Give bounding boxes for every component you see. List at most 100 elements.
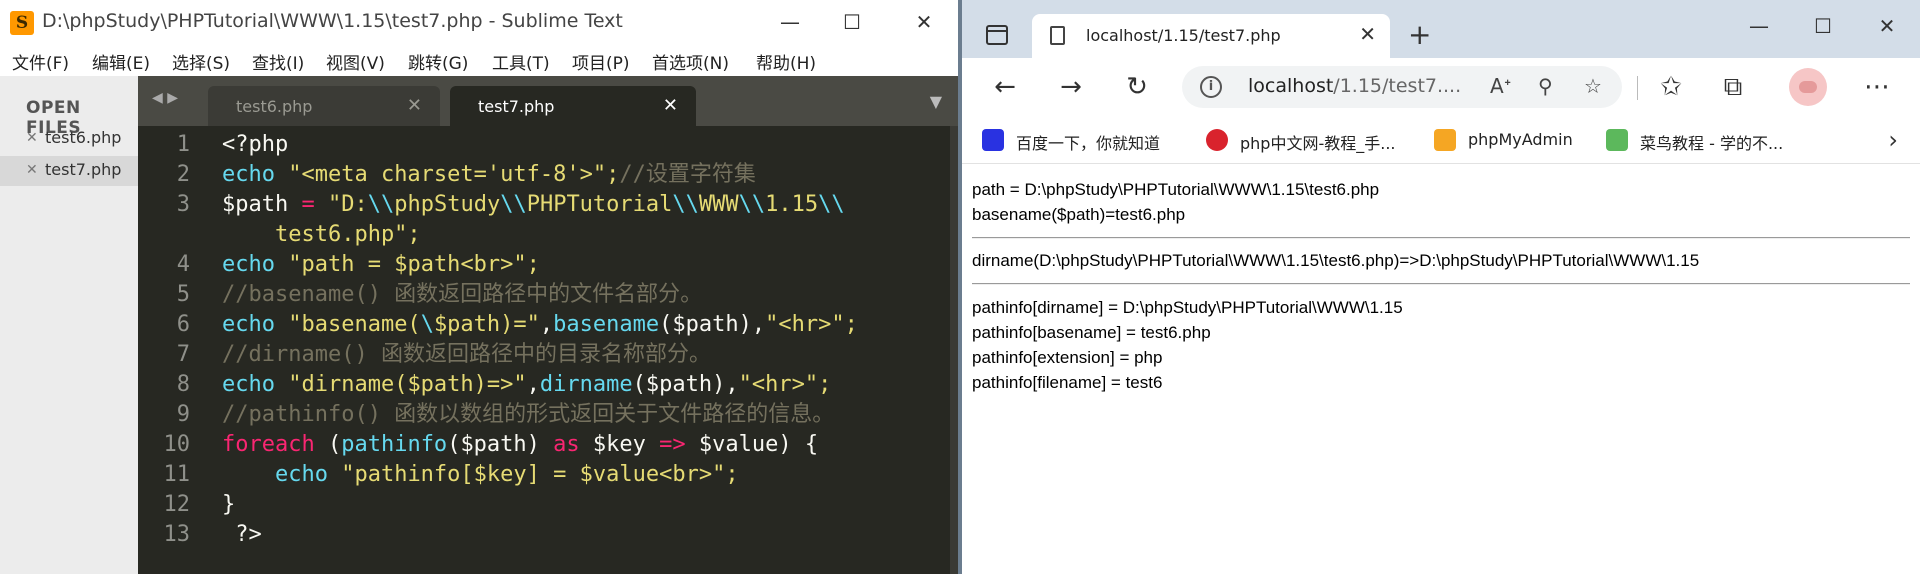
favorites-bar: 百度一下，你就知道 php中文网-教程_手... phpMyAdmin 菜鸟教程… — [962, 116, 1920, 164]
tab-bar: ◀ ▶ test6.php ✕ test7.php ✕ ▼ — [138, 76, 958, 126]
horizontal-rule — [972, 283, 1910, 285]
line-number: 11 — [163, 462, 191, 487]
line-number: 12 — [163, 492, 191, 517]
browser-toolbar: ← → ↻ i localhost/1.15/test7.... Aᐩ ⚲ ☆ … — [962, 58, 1920, 116]
sublime-logo-icon: S — [10, 11, 34, 35]
menu-goto[interactable]: 跳转(G) — [408, 49, 468, 74]
close-file-icon[interactable]: ✕ — [26, 162, 38, 178]
code-line-3: $path = "D:\\phpStudy\\PHPTutorial\\WWW\… — [222, 192, 845, 217]
minimize-icon[interactable]: — — [770, 8, 810, 36]
sublime-window: S D:\phpStudy\PHPTutorial\WWW\1.15\test7… — [0, 0, 958, 574]
more-menu-icon[interactable]: ⋯ — [1862, 72, 1892, 102]
baidu-icon — [982, 129, 1004, 151]
profile-avatar[interactable] — [1789, 68, 1827, 106]
maximize-icon[interactable]: ☐ — [1808, 14, 1838, 38]
browser-tab[interactable]: localhost/1.15/test7.php ✕ — [1032, 14, 1390, 58]
tab-nav-arrows-icon[interactable]: ◀ ▶ — [152, 90, 178, 106]
menu-file[interactable]: 文件(F) — [12, 49, 69, 74]
menu-selection[interactable]: 选择(S) — [172, 49, 230, 74]
output-basename: basename($path)=test6.php — [972, 205, 1186, 224]
line-number: 10 — [163, 432, 191, 457]
output-path: path = D:\phpStudy\PHPTutorial\WWW\1.15\… — [972, 180, 1380, 199]
maximize-icon[interactable]: ☐ — [832, 8, 872, 36]
sidebar-item-test6[interactable]: ✕ test6.php — [0, 124, 138, 154]
line-number: 4 — [176, 252, 190, 277]
sidebar-item-label: test7.php — [45, 160, 122, 179]
line-number: 3 — [176, 192, 190, 217]
horizontal-rule — [972, 237, 1910, 239]
refresh-icon[interactable]: ↻ — [1122, 72, 1152, 102]
page-content: path = D:\phpStudy\PHPTutorial\WWW\1.15\… — [962, 164, 1920, 574]
tab-title: localhost/1.15/test7.php — [1086, 26, 1281, 45]
address-bar[interactable]: i localhost/1.15/test7.... Aᐩ ⚲ ☆ — [1182, 66, 1622, 108]
close-tab-icon[interactable]: ✕ — [407, 95, 422, 116]
code-line-11: echo "pathinfo[$key] = $value<br>"; — [274, 462, 739, 487]
browser-window: localhost/1.15/test7.php ✕ + — ☐ ✕ ← → ↻… — [962, 0, 1920, 574]
favorites-icon[interactable]: ✩ — [1656, 72, 1686, 102]
close-tab-icon[interactable]: ✕ — [1359, 22, 1376, 46]
output-dirname: dirname(D:\phpStudy\PHPTutorial\WWW\1.15… — [972, 251, 1700, 270]
line-number: 1 — [176, 132, 190, 157]
close-icon[interactable]: ✕ — [904, 8, 944, 36]
code-line-10: foreach (pathinfo($path) as $key => $val… — [222, 432, 819, 457]
line-number: 6 — [176, 312, 190, 337]
menu-tools[interactable]: 工具(T) — [492, 49, 550, 74]
collections-icon[interactable]: ⧉ — [1718, 72, 1748, 103]
zoom-icon[interactable]: ⚲ — [1538, 74, 1553, 98]
minimize-icon[interactable]: — — [1744, 14, 1774, 38]
forward-icon[interactable]: → — [1056, 72, 1086, 102]
chevron-right-icon[interactable]: › — [1888, 126, 1898, 154]
tab-actions-icon[interactable] — [986, 25, 1008, 45]
window-title: D:\phpStudy\PHPTutorial\WWW\1.15\test7.p… — [42, 10, 623, 32]
code-line-1: <?php — [222, 132, 289, 157]
tab-test6[interactable]: test6.php ✕ — [208, 86, 440, 126]
close-tab-icon[interactable]: ✕ — [663, 95, 678, 116]
page-icon — [1050, 26, 1065, 45]
output-pathinfo-basename: pathinfo[basename] = test6.php — [972, 323, 1211, 342]
line-number: 9 — [176, 402, 190, 427]
output-pathinfo-dirname: pathinfo[dirname] = D:\phpStudy\PHPTutor… — [972, 298, 1403, 317]
menu-find[interactable]: 查找(I) — [252, 49, 304, 74]
tab-label: test7.php — [478, 97, 555, 116]
sidebar: OPEN FILES ✕ test6.php ✕ test7.php — [0, 76, 138, 574]
back-icon[interactable]: ← — [990, 72, 1020, 102]
menu-project[interactable]: 项目(P) — [572, 49, 630, 74]
new-tab-icon[interactable]: + — [1408, 18, 1431, 51]
line-number-gutter: 1 2 3 4 5 6 7 8 9 10 11 12 13 — [138, 126, 200, 574]
editor-scrollbar[interactable] — [950, 126, 958, 574]
line-number: 2 — [176, 162, 190, 187]
read-aloud-icon[interactable]: Aᐩ — [1490, 74, 1511, 98]
menu-bar: 文件(F) 编辑(E) 选择(S) 查找(I) 视图(V) 跳转(G) 工具(T… — [0, 42, 958, 76]
close-window-icon[interactable]: ✕ — [1872, 14, 1902, 38]
add-favorite-icon[interactable]: ☆ — [1584, 74, 1602, 98]
menu-help[interactable]: 帮助(H) — [756, 49, 816, 74]
code-line-3-wrap: test6.php"; — [222, 222, 421, 247]
line-number: 7 — [176, 342, 190, 367]
tab-label: test6.php — [236, 97, 313, 116]
code-line-9: //pathinfo() 函数以数组的形式返回关于文件路径的信息。 — [222, 402, 835, 427]
phpmyadmin-icon — [1434, 129, 1456, 151]
menu-view[interactable]: 视图(V) — [326, 49, 385, 74]
code-line-6: echo "basename(\$path)=",basename($path)… — [222, 312, 858, 337]
output-pathinfo-extension: pathinfo[extension] = php — [972, 348, 1163, 367]
menu-edit[interactable]: 编辑(E) — [92, 49, 150, 74]
runoob-icon — [1606, 129, 1628, 151]
code-line-8: echo "dirname($path)=>",dirname($path),"… — [222, 372, 832, 397]
code-editor[interactable]: <?php echo "<meta charset='utf-8'>";//设置… — [200, 126, 950, 574]
sidebar-item-label: test6.php — [45, 128, 122, 147]
phpcn-icon — [1206, 129, 1228, 151]
output-pathinfo-filename: pathinfo[filename] = test6 — [972, 373, 1163, 392]
tab-dropdown-icon[interactable]: ▼ — [930, 92, 942, 111]
address-url: localhost/1.15/test7.... — [1248, 75, 1462, 97]
sidebar-item-test7[interactable]: ✕ test7.php — [0, 156, 138, 186]
menu-preferences[interactable]: 首选项(N) — [652, 49, 729, 74]
code-line-13: ?> — [222, 522, 262, 547]
code-line-7: //dirname() 函数返回路径中的目录名称部分。 — [222, 342, 711, 367]
info-icon[interactable]: i — [1200, 76, 1222, 98]
line-number: 8 — [176, 372, 190, 397]
tab-test7[interactable]: test7.php ✕ — [450, 86, 696, 126]
tab-strip: localhost/1.15/test7.php ✕ + — ☐ ✕ — [962, 0, 1920, 58]
code-line-2: echo "<meta charset='utf-8'>";//设置字符集 — [222, 162, 756, 187]
code-line-12: } — [222, 492, 236, 517]
close-file-icon[interactable]: ✕ — [26, 130, 38, 146]
